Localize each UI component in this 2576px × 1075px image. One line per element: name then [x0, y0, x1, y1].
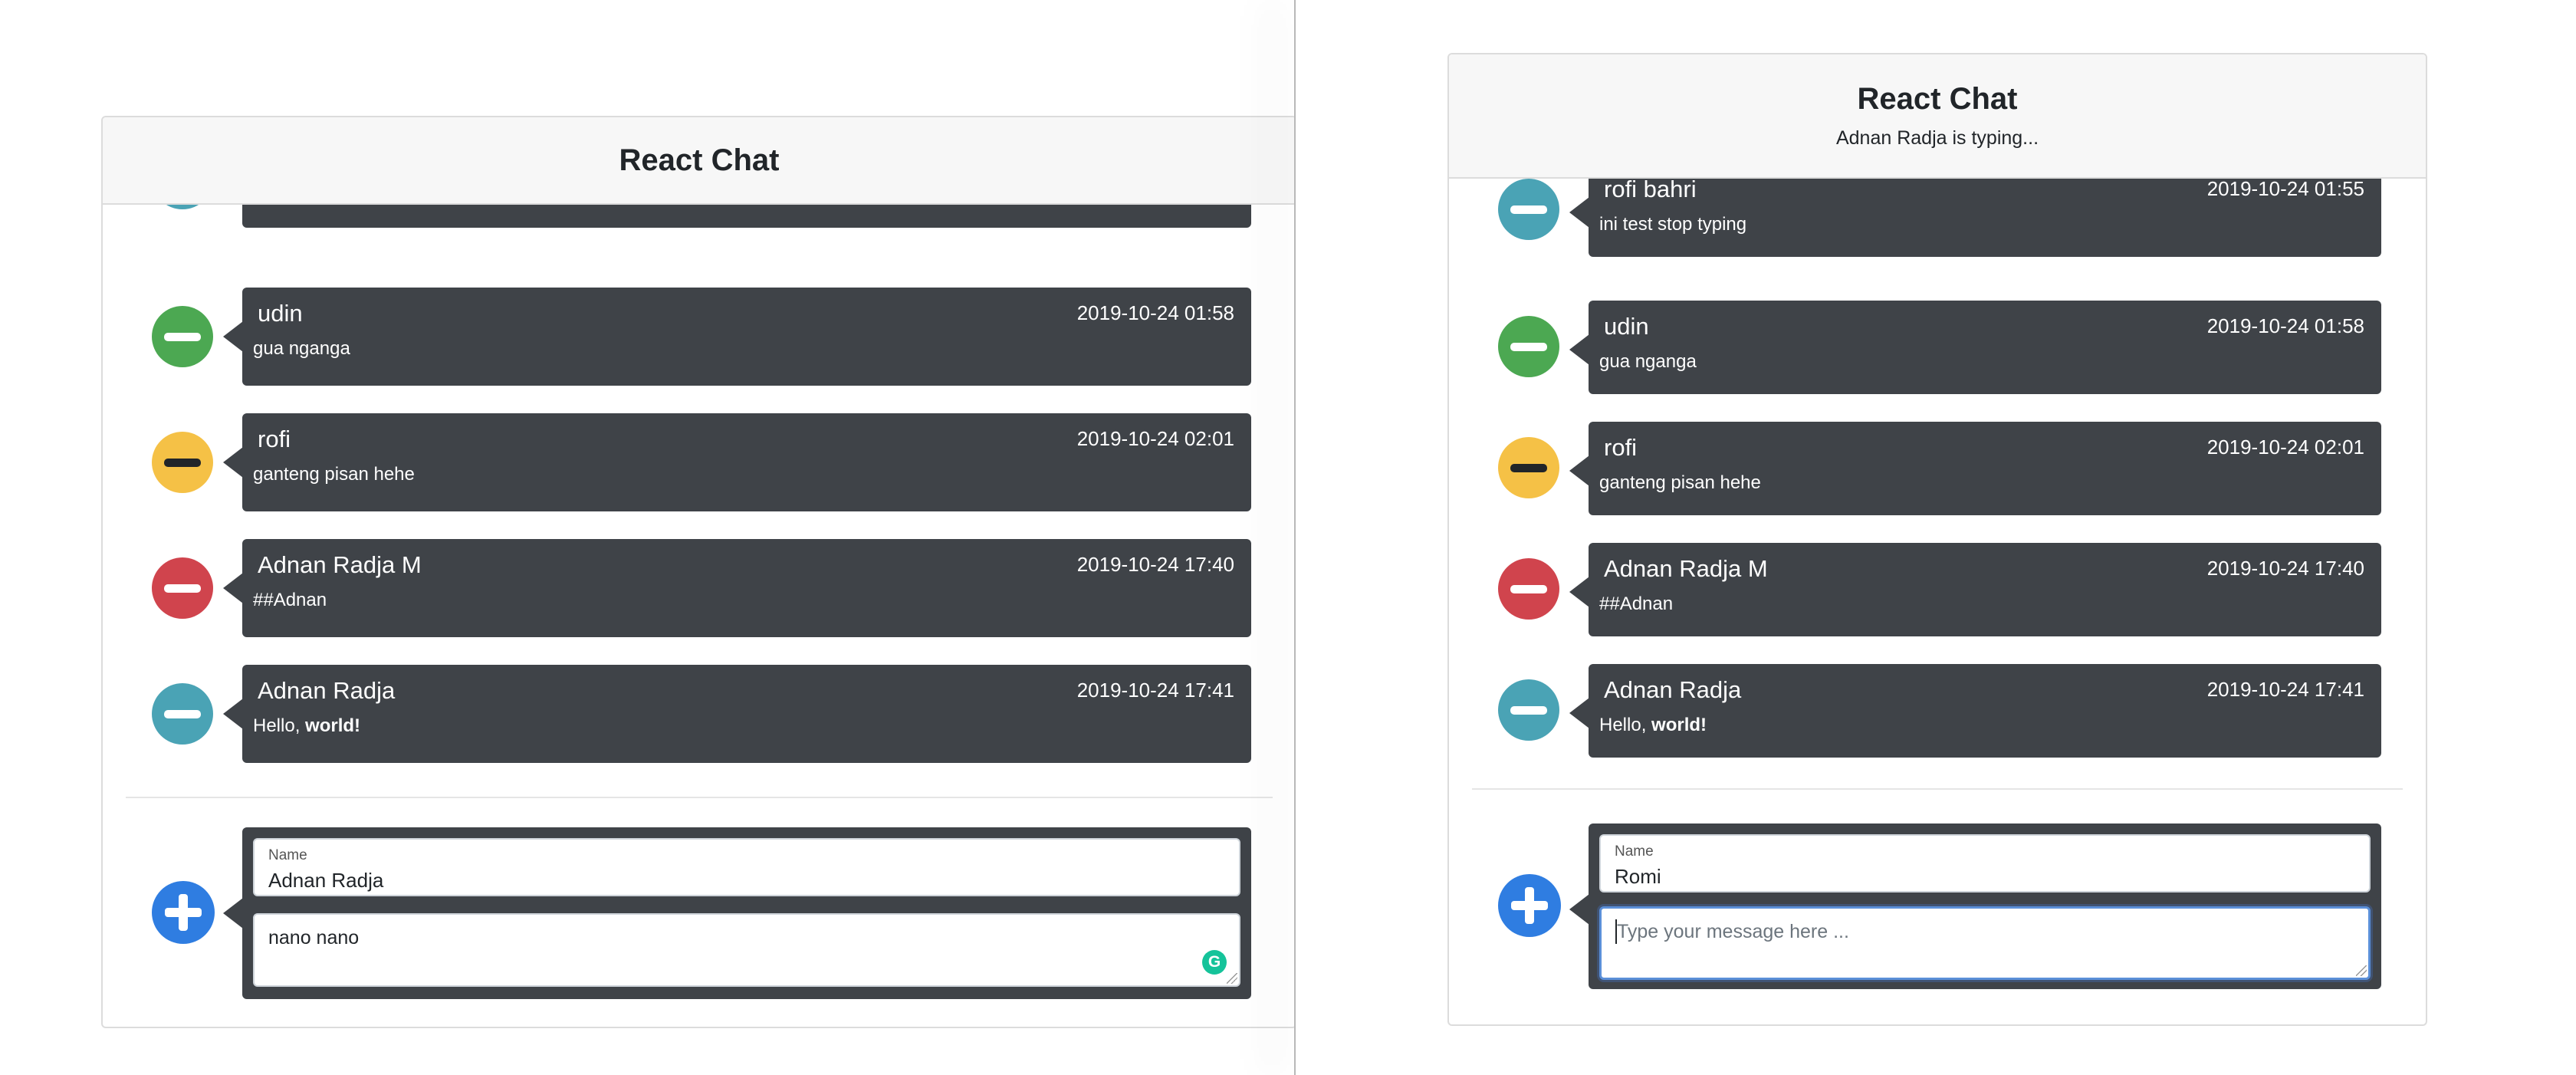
message-item: [103, 205, 1296, 228]
message-bubble: Adnan Radja 2019-10-24 17:41 Hello, worl…: [223, 665, 1251, 763]
minus-circle-icon: [1498, 558, 1559, 620]
plus-circle-icon[interactable]: [1498, 874, 1561, 937]
message-time: 2019-10-24 01:58: [2206, 314, 2364, 337]
resize-handle[interactable]: [1227, 973, 1237, 984]
divider: [1472, 788, 2403, 790]
message-time: 2019-10-24 02:01: [1076, 427, 1234, 450]
message-item: udin 2019-10-24 01:58 gua nganga: [103, 288, 1296, 386]
compose-form: Name Romi Type your message here ...: [1449, 824, 2426, 989]
minus-circle-icon: [152, 557, 213, 619]
message-item: Adnan Radja M 2019-10-24 17:40 ##Adnan: [103, 539, 1296, 637]
chat-window-right: React Chat Adnan Radja is typing... rofi…: [1296, 0, 2576, 1075]
message-item: rofi bahri 2019-10-24 01:55 ini test sto…: [1449, 179, 2426, 257]
minus-circle-icon: [1498, 437, 1559, 498]
compose-bubble: Name Romi Type your message here ...: [1569, 824, 2381, 989]
message-author: udin: [1604, 313, 1649, 340]
message-input-placeholder: Type your message here ...: [1617, 921, 1849, 942]
name-label: Name: [268, 847, 307, 863]
message-time: 2019-10-24 17:40: [1076, 553, 1234, 576]
minus-circle-icon: [152, 683, 213, 745]
message-text: ini test stop typing: [1599, 214, 1747, 235]
grammarly-icon[interactable]: G: [1202, 950, 1227, 975]
message-text: ##Adnan: [1599, 593, 1674, 614]
message-text-bold: world!: [1651, 715, 1707, 735]
message-bubble: rofi 2019-10-24 02:01 ganteng pisan hehe: [223, 413, 1251, 511]
message-input[interactable]: Type your message here ...: [1599, 906, 2371, 980]
message-text: Hello, world!: [253, 715, 360, 737]
typing-indicator: Adnan Radja is typing...: [1835, 127, 2039, 149]
message-time: 2019-10-24 17:41: [1076, 679, 1234, 702]
message-text-plain: Hello,: [253, 715, 306, 736]
chat-header: React Chat Adnan Radja is typing...: [1449, 54, 2426, 179]
message-author: udin: [258, 300, 303, 327]
message-bubble: [242, 205, 1251, 228]
message-item: udin 2019-10-24 01:58 gua nganga: [1449, 301, 2426, 394]
message-text-bold: world!: [305, 715, 361, 736]
message-author: rofi bahri: [1604, 179, 1697, 202]
message-text: gua nganga: [253, 338, 350, 359]
message-author: Adnan Radja M: [1604, 555, 1768, 582]
message-time: 2019-10-24 02:01: [2206, 436, 2364, 459]
message-list[interactable]: rofi bahri 2019-10-24 01:55 ini test sto…: [1449, 179, 2426, 1024]
name-field[interactable]: Name Adnan Radja: [253, 838, 1240, 896]
message-item: Adnan Radja 2019-10-24 17:41 Hello, worl…: [1449, 664, 2426, 758]
minus-circle-icon: [1498, 179, 1559, 240]
plus-circle-icon[interactable]: [152, 881, 215, 944]
message-author: Adnan Radja M: [258, 551, 422, 578]
message-time: 2019-10-24 01:58: [1076, 301, 1234, 324]
chat-header: React Chat: [103, 117, 1296, 205]
divider: [126, 797, 1273, 798]
message-input-value: nano nano: [268, 927, 360, 948]
message-text: ##Adnan: [253, 590, 327, 610]
minus-circle-icon: [152, 306, 213, 367]
message-item: Adnan Radja M 2019-10-24 17:40 ##Adnan: [1449, 543, 2426, 636]
chat-card: React Chat udin 2019-10-24 01:58 gua nga…: [101, 116, 1296, 1028]
chat-title: React Chat: [1857, 82, 2018, 116]
message-author: Adnan Radja: [258, 677, 396, 704]
message-text: ganteng pisan hehe: [253, 464, 415, 485]
compose-bubble: Name Adnan Radja nano nano G: [223, 827, 1251, 999]
name-value: Romi: [1615, 865, 1661, 888]
message-item: rofi 2019-10-24 02:01 ganteng pisan hehe: [103, 413, 1296, 511]
message-author: rofi: [258, 426, 291, 452]
compose-form: Name Adnan Radja nano nano G: [103, 827, 1296, 999]
chat-window-left: React Chat udin 2019-10-24 01:58 gua nga…: [0, 0, 1296, 1075]
message-text: gua nganga: [1599, 351, 1697, 372]
chat-title: React Chat: [619, 143, 780, 177]
message-item: Adnan Radja 2019-10-24 17:41 Hello, worl…: [103, 665, 1296, 763]
resize-handle[interactable]: [2356, 965, 2367, 976]
message-bubble: udin 2019-10-24 01:58 gua nganga: [223, 288, 1251, 386]
message-list[interactable]: udin 2019-10-24 01:58 gua nganga rofi 20…: [103, 205, 1296, 1027]
message-author: Adnan Radja: [1604, 676, 1742, 703]
message-bubble: Adnan Radja M 2019-10-24 17:40 ##Adnan: [223, 539, 1251, 637]
minus-circle-icon: [1498, 679, 1559, 741]
message-time: 2019-10-24 17:41: [2206, 678, 2364, 701]
message-text-plain: Hello,: [1599, 715, 1652, 735]
name-label: Name: [1615, 843, 1654, 860]
message-input[interactable]: nano nano G: [253, 913, 1240, 987]
message-bubble: rofi bahri 2019-10-24 01:55 ini test sto…: [1569, 179, 2381, 257]
minus-circle-icon: [152, 205, 213, 209]
name-value: Adnan Radja: [268, 869, 384, 892]
message-author: rofi: [1604, 434, 1638, 461]
message-bubble: udin 2019-10-24 01:58 gua nganga: [1569, 301, 2381, 394]
message-bubble: Adnan Radja M 2019-10-24 17:40 ##Adnan: [1569, 543, 2381, 636]
message-item: rofi 2019-10-24 02:01 ganteng pisan hehe: [1449, 422, 2426, 515]
message-text: Hello, world!: [1599, 715, 1707, 736]
message-time: 2019-10-24 17:40: [2206, 557, 2364, 580]
message-text: ganteng pisan hehe: [1599, 472, 1761, 493]
minus-circle-icon: [1498, 316, 1559, 377]
message-bubble: Adnan Radja 2019-10-24 17:41 Hello, worl…: [1569, 664, 2381, 758]
message-bubble: rofi 2019-10-24 02:01 ganteng pisan hehe: [1569, 422, 2381, 515]
minus-circle-icon: [152, 432, 213, 493]
message-time: 2019-10-24 01:55: [2206, 179, 2364, 200]
chat-card: React Chat Adnan Radja is typing... rofi…: [1447, 53, 2427, 1026]
name-field[interactable]: Name Romi: [1599, 834, 2371, 893]
